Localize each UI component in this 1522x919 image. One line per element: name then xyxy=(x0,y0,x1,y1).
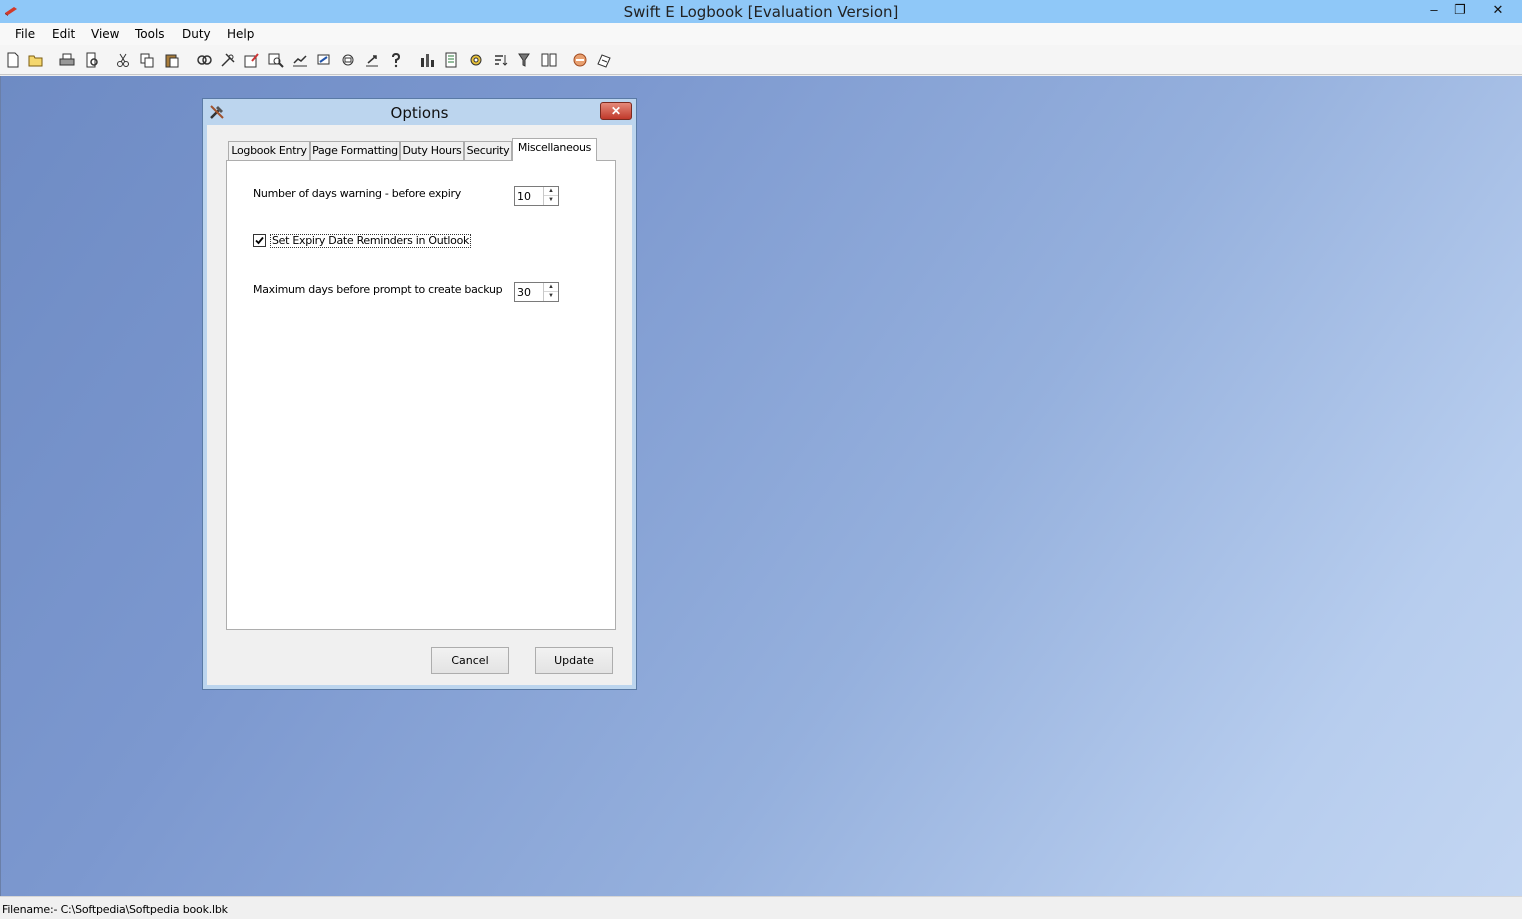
close-window-button[interactable]: ✕ xyxy=(1484,0,1512,22)
settings-icon[interactable] xyxy=(468,52,484,68)
menu-duty[interactable]: Duty xyxy=(182,27,211,41)
outlook-reminder-checkbox[interactable] xyxy=(253,234,266,247)
menu-view[interactable]: View xyxy=(91,27,119,41)
spinner-arrows: ▲ ▼ xyxy=(543,187,558,205)
cut-icon[interactable] xyxy=(115,52,131,68)
cloud-icon[interactable] xyxy=(340,52,356,68)
update-button[interactable]: Update xyxy=(535,647,613,674)
copy-icon[interactable] xyxy=(139,52,155,68)
outlook-reminder-label[interactable]: Set Expiry Date Reminders in Outlook xyxy=(270,234,472,248)
menu-tools[interactable]: Tools xyxy=(135,27,165,41)
title-bar: Swift E Logbook [Evaluation Version] – ❐… xyxy=(0,0,1522,23)
open-icon[interactable] xyxy=(28,52,44,68)
minimize-button[interactable]: – xyxy=(1421,0,1447,22)
edit-entry-icon[interactable] xyxy=(244,52,260,68)
dialog-title-bar[interactable]: Options ✕ xyxy=(203,99,636,125)
help-icon[interactable] xyxy=(388,52,404,68)
columns-icon[interactable] xyxy=(541,52,557,68)
calculator-icon[interactable] xyxy=(596,52,612,68)
toolbar xyxy=(0,45,1522,75)
paste-icon[interactable] xyxy=(164,52,180,68)
report-icon[interactable] xyxy=(443,52,459,68)
print-preview-icon[interactable] xyxy=(84,52,100,68)
chart-icon[interactable] xyxy=(292,52,308,68)
menu-edit[interactable]: Edit xyxy=(52,27,75,41)
network-icon[interactable] xyxy=(316,52,332,68)
find-icon[interactable] xyxy=(196,52,212,68)
dialog-close-button[interactable]: ✕ xyxy=(600,102,632,120)
backup-prompt-spinner[interactable]: 30 ▲ ▼ xyxy=(514,282,559,302)
cancel-button[interactable]: Cancel xyxy=(431,647,509,674)
tab-security[interactable]: Security xyxy=(464,141,512,160)
bar-chart-icon[interactable] xyxy=(419,52,435,68)
tools-icon[interactable] xyxy=(220,52,236,68)
menu-bar: File Edit View Tools Duty Help xyxy=(0,23,1522,45)
search-icon[interactable] xyxy=(268,52,284,68)
checkmark-icon xyxy=(255,236,264,245)
filter-icon[interactable] xyxy=(517,52,533,68)
window-title: Swift E Logbook [Evaluation Version] xyxy=(623,3,899,21)
spinner-arrows: ▲ ▼ xyxy=(543,283,558,301)
spin-up-icon[interactable]: ▲ xyxy=(544,283,558,292)
expiry-warning-value[interactable]: 10 xyxy=(517,190,531,203)
print-icon[interactable] xyxy=(59,52,75,68)
backup-prompt-value[interactable]: 30 xyxy=(517,286,531,299)
tab-duty-hours[interactable]: Duty Hours xyxy=(400,141,464,160)
filename-status: Filename:- C:\Softpedia\Softpedia book.l… xyxy=(2,903,228,916)
menu-file[interactable]: File xyxy=(15,27,35,41)
spin-up-icon[interactable]: ▲ xyxy=(544,187,558,196)
backup-prompt-label: Maximum days before prompt to create bac… xyxy=(253,283,503,296)
logo-icon[interactable] xyxy=(572,52,588,68)
status-bar: Filename:- C:\Softpedia\Softpedia book.l… xyxy=(0,896,1522,919)
upload-icon[interactable] xyxy=(364,52,380,68)
spin-down-icon[interactable]: ▼ xyxy=(544,292,558,301)
miscellaneous-tab-panel: Number of days warning - before expiry 1… xyxy=(226,160,616,630)
menu-help[interactable]: Help xyxy=(227,27,254,41)
tab-miscellaneous[interactable]: Miscellaneous xyxy=(512,138,597,161)
dialog-body: Logbook Entry Page Formatting Duty Hours… xyxy=(207,125,632,685)
expiry-warning-spinner[interactable]: 10 ▲ ▼ xyxy=(514,186,559,206)
tab-page-formatting[interactable]: Page Formatting xyxy=(310,141,400,160)
restore-button[interactable]: ❐ xyxy=(1447,0,1473,22)
options-dialog: Options ✕ Logbook Entry Page Formatting … xyxy=(202,98,637,690)
sort-icon[interactable] xyxy=(493,52,509,68)
expiry-warning-label: Number of days warning - before expiry xyxy=(253,187,461,200)
dialog-title: Options xyxy=(390,104,449,122)
new-icon[interactable] xyxy=(5,52,21,68)
tab-logbook-entry[interactable]: Logbook Entry xyxy=(228,141,310,160)
spin-down-icon[interactable]: ▼ xyxy=(544,196,558,205)
